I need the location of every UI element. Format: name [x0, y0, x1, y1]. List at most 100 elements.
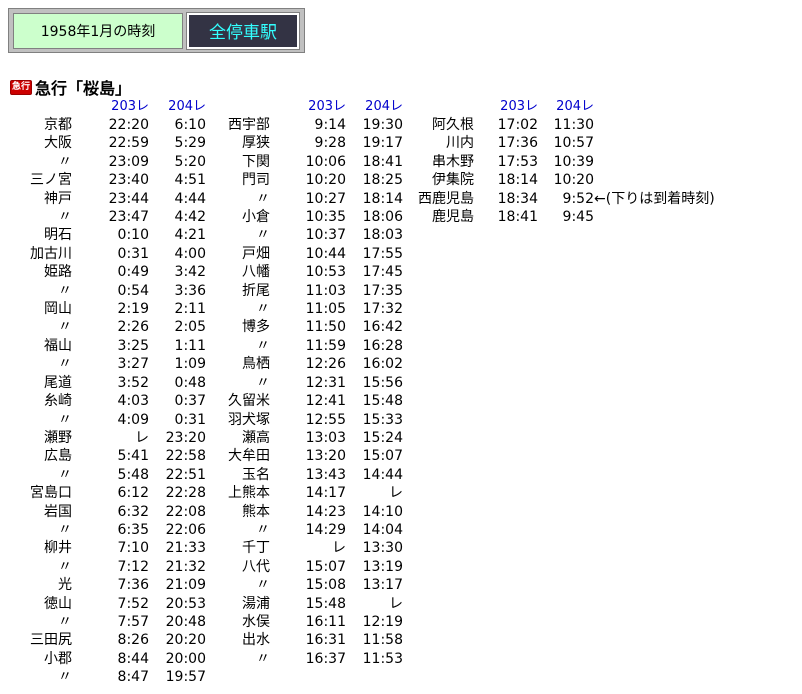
table-row: 〃 5:48 22:51	[22, 466, 206, 484]
timetable-column-1: 203レ 204レ 京都 22:20 6:10 大阪 22:59 5:29 〃 23:09 5:…	[22, 98, 206, 687]
train-down-time: 2:19	[117, 301, 149, 318]
station-name: 串木野	[432, 153, 474, 170]
train-up-time: 15:33	[362, 411, 403, 428]
station-name: 千丁	[242, 540, 270, 557]
table-row: 西宇部 9:14 19:30	[218, 116, 403, 134]
train-down-time: 13:20	[305, 448, 346, 465]
train-down-time: 14:17	[305, 485, 346, 502]
train-up-time: 14:10	[362, 503, 403, 520]
table-row: 〃 6:35 22:06	[22, 521, 206, 539]
train-down-time: レ	[332, 540, 346, 557]
train-up-time: 10:39	[553, 153, 594, 170]
train-down-time: 7:57	[117, 613, 149, 630]
table-row: 〃 2:26 2:05	[22, 318, 206, 336]
table-row: 西鹿児島 18:34 9:52 ←(下りは到着時刻)	[408, 190, 754, 208]
title-row: 急行 急行「桜島」	[10, 75, 131, 99]
station-name: 戸畑	[242, 245, 270, 262]
station-name: 〃	[58, 558, 72, 575]
train-up-time: 4:21	[174, 227, 206, 244]
train-up-time: 9:45	[562, 209, 594, 226]
train-down-time: 16:31	[305, 632, 346, 649]
train-down-time: 14:23	[305, 503, 346, 520]
page-title: 急行「桜島」	[35, 79, 132, 98]
station-name: 〃	[58, 669, 72, 686]
train-down-time: 7:52	[117, 595, 149, 612]
train-up-time: 22:28	[165, 485, 206, 502]
table-row: 川内 17:36 10:57	[408, 134, 754, 152]
train-up-time: 10:20	[553, 172, 594, 189]
train-down-time: 8:26	[117, 632, 149, 649]
train-down-time: 17:02	[497, 117, 538, 133]
station-name: 八代	[242, 558, 270, 575]
train-down-time: 22:59	[108, 135, 149, 152]
train-down-time: 18:14	[497, 172, 538, 189]
train-up-time: 18:41	[362, 153, 403, 170]
station-name: 大牟田	[228, 448, 270, 465]
train-up-time: 21:32	[165, 558, 206, 575]
train-down-time: 2:26	[117, 319, 149, 336]
table-row: 門司 10:20 18:25	[218, 171, 403, 189]
train-down-time: 23:44	[108, 190, 149, 207]
train-down-time: 17:53	[497, 153, 538, 170]
train-down-time: 10:35	[305, 209, 346, 226]
train-up-header: 204レ	[556, 99, 594, 114]
table-row: 〃 15:08 13:17	[218, 576, 403, 594]
station-name: 光	[58, 577, 72, 594]
train-down-time: 22:20	[108, 117, 149, 133]
train-up-time: 0:31	[174, 411, 206, 428]
train-up-time: 21:33	[165, 540, 206, 557]
train-up-time: 17:32	[362, 301, 403, 318]
train-down-time: 12:55	[305, 411, 346, 428]
train-down-time: 3:25	[117, 337, 149, 354]
train-up-time: 20:48	[165, 613, 206, 630]
header-row: 203レ 204レ	[22, 98, 206, 116]
train-up-time: 10:57	[553, 135, 594, 152]
train-up-time: 13:19	[362, 558, 403, 575]
station-name: 宮島口	[30, 485, 72, 502]
station-name: 〃	[58, 613, 72, 630]
train-down-time: 16:11	[305, 613, 346, 630]
train-down-time: 15:48	[305, 595, 346, 612]
station-name: 小郡	[44, 650, 72, 667]
station-name: 上熊本	[228, 485, 270, 502]
table-row: 福山 3:25 1:11	[22, 337, 206, 355]
table-row: 〃 23:09 5:20	[22, 153, 206, 171]
train-up-time: 13:30	[362, 540, 403, 557]
train-down-time: 9:14	[314, 117, 346, 133]
train-down-time: 11:59	[305, 337, 346, 354]
train-up-time: 4:44	[174, 190, 206, 207]
station-name: 〃	[58, 466, 72, 483]
train-up-time: 15:24	[362, 429, 403, 446]
train-up-time: 17:55	[362, 245, 403, 262]
station-name: 〃	[58, 411, 72, 428]
arrival-note	[594, 171, 754, 189]
station-name: 〃	[256, 227, 270, 244]
arrival-note	[594, 116, 754, 134]
table-row: 〃 7:57 20:48	[22, 613, 206, 631]
header-row: 203レ 204レ	[408, 98, 754, 116]
station-name: 岩国	[44, 503, 72, 520]
train-down-time: 12:41	[305, 393, 346, 410]
station-name: 尾道	[44, 374, 72, 391]
table-row: 厚狭 9:28 19:17	[218, 134, 403, 152]
station-name: 久留米	[228, 393, 270, 410]
train-up-time: 5:20	[174, 153, 206, 170]
station-header	[22, 98, 72, 116]
train-up-time: 18:14	[362, 190, 403, 207]
train-down-time: 6:32	[117, 503, 149, 520]
train-up-time: 22:58	[165, 448, 206, 465]
station-name: 出水	[242, 632, 270, 649]
all-stops-link[interactable]: 全停車駅	[186, 11, 300, 50]
train-down-time: 23:47	[108, 209, 149, 226]
timetable-3: 203レ 204レ 阿久根 17:02 11:30 川内 17:36 10:57 串木野 17…	[408, 98, 754, 226]
table-row: 瀬高 13:03 15:24	[218, 429, 403, 447]
table-row: 徳山 7:52 20:53	[22, 595, 206, 613]
train-up-time: レ	[389, 595, 403, 612]
station-name: 〃	[58, 282, 72, 299]
train-down-time: 10:53	[305, 264, 346, 281]
train-down-time: 23:09	[108, 153, 149, 170]
train-up-time: 15:07	[362, 448, 403, 465]
station-name: 博多	[242, 319, 270, 336]
train-down-time: 23:40	[108, 172, 149, 189]
table-row: 〃 4:09 0:31	[22, 411, 206, 429]
